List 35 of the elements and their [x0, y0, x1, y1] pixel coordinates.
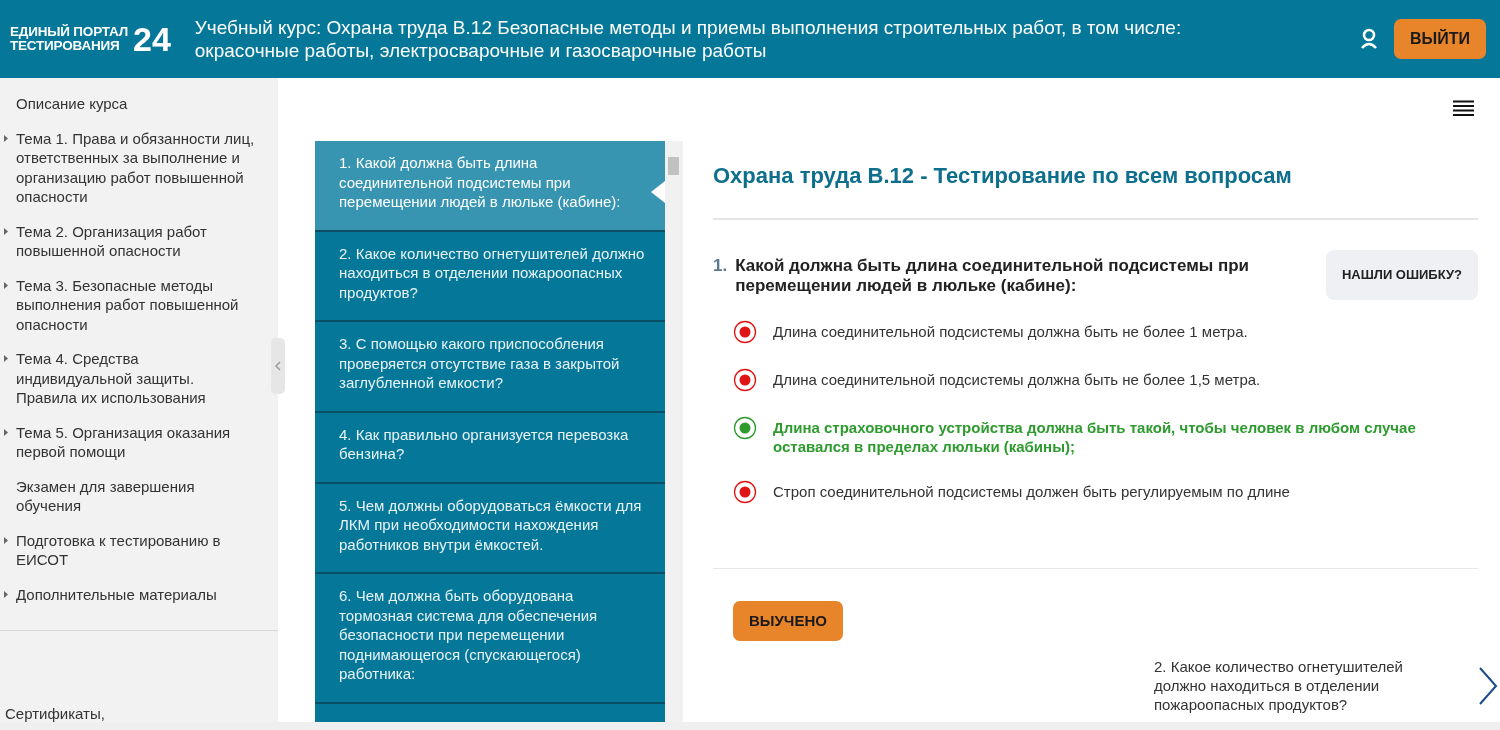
answer-text: Строп соединительной подсистемы должен быть регулируемым по длине [773, 481, 1290, 501]
caret-icon[interactable] [4, 281, 8, 289]
collapse-handle[interactable] [271, 338, 285, 394]
caret-icon[interactable] [4, 227, 8, 235]
sidebar-item[interactable]: Тема 5. Организация оказания первой помощи [16, 422, 258, 462]
sidebar-item[interactable]: Тема 4. Средства индивидуальной защиты. Правила их использования [16, 349, 258, 408]
sidebar-item[interactable]: Описание курса [16, 94, 258, 114]
test-title: Охрана труда В.12 - Тестирование по всем вопросам [713, 159, 1478, 220]
sidebar-footer-text[interactable]: Сертификаты, [5, 704, 105, 723]
logout-button[interactable]: ВЫЙТИ [1394, 19, 1486, 59]
logo-number: 24 [132, 22, 171, 56]
course-title: Учебный курс: Охрана труда В.12 Безопасные методы и приемы выполнения строительных работ, в том числе: окрасочные работы, электросварочные и газосварочные работы [194, 16, 1183, 62]
answer-text: Длина страховочного устройства должна быть такой, чтобы человек в любом случае оставался в пределах люльки (кабины); [773, 417, 1417, 456]
sidebar-item[interactable]: Тема 2. Организация работ повышенной опасности [16, 221, 258, 261]
caret-icon[interactable] [4, 134, 8, 142]
menu-icon[interactable] [1453, 100, 1474, 116]
sidebar-item[interactable]: Тема 1. Права и обязанности лиц, ответственных за выполнение и организацию работ повышенной опасности [16, 128, 258, 207]
user-icon[interactable] [1360, 28, 1378, 50]
question-text: Какой должна быть длина соединительной подсистемы при перемещении людей в люльке (кабине): [735, 256, 1251, 296]
answer-text: Длина соединительной подсистемы должна быть не более 1,5 метра. [773, 369, 1261, 389]
report-error-button[interactable]: НАШЛИ ОШИБКУ? [1325, 250, 1478, 300]
caret-icon[interactable] [4, 428, 8, 436]
answer-text: Длина соединительной подсистемы должна быть не более 1 метра. [773, 321, 1248, 341]
sidebar-item[interactable]: Тема 3. Безопасные методы выполнения работ повышенной опасности [16, 275, 258, 334]
scrollbar[interactable] [665, 141, 683, 722]
learned-button[interactable]: ВЫУЧЕНО [733, 600, 843, 641]
logo-text: ЕДИНЫЙ ПОРТАЛ ТЕСТИРОВАНИЯ [10, 25, 128, 53]
caret-icon[interactable] [4, 355, 8, 362]
caret-icon[interactable] [4, 536, 8, 544]
caret-icon[interactable] [4, 590, 8, 598]
question-number: 1. [713, 256, 728, 276]
next-question-link[interactable]: 2. Какое количество огнетушителей должно находиться в отделении пожароопасных продуктов? [1154, 657, 1454, 714]
sidebar-item[interactable]: Экзамен для завершения обучения [16, 476, 258, 516]
sidebar-item[interactable]: Дополнительные материалы [16, 584, 258, 604]
sidebar-item[interactable]: Подготовка к тестированию в ЕИСОТ [16, 530, 258, 570]
